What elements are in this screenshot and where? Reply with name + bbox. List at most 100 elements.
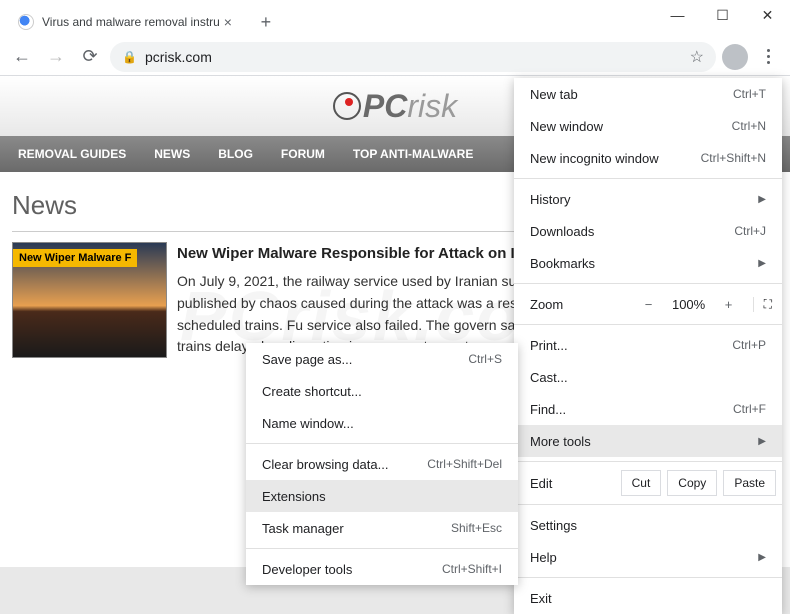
menu-shortcut: Ctrl+T: [733, 87, 766, 101]
menu-item-label: Cast...: [530, 370, 568, 385]
menu-item-label: Bookmarks: [530, 256, 595, 271]
menu-item-label: Task manager: [262, 521, 344, 536]
chrome-menu-button[interactable]: [754, 43, 782, 71]
profile-avatar-icon[interactable]: [722, 44, 748, 70]
menu-item-more-tools[interactable]: More tools ▶: [514, 425, 782, 457]
submenu-item-developer-tools[interactable]: Developer tools Ctrl+Shift+I: [246, 553, 518, 585]
menu-item-exit[interactable]: Exit: [514, 582, 782, 614]
menu-item-label: Developer tools: [262, 562, 352, 577]
zoom-in-button[interactable]: +: [717, 297, 741, 312]
reload-button[interactable]: ⟳: [76, 43, 104, 71]
menu-separator: [514, 178, 782, 179]
submenu-item-extensions[interactable]: Extensions: [246, 480, 518, 512]
bookmark-star-icon[interactable]: ☆: [690, 47, 704, 67]
menu-item-cast-[interactable]: Cast...: [514, 361, 782, 393]
menu-separator: [514, 324, 782, 325]
menu-item-label: New tab: [530, 87, 578, 102]
chevron-right-icon: ▶: [758, 436, 766, 447]
menu-item-downloads[interactable]: DownloadsCtrl+J: [514, 215, 782, 247]
close-tab-icon[interactable]: ×: [220, 14, 236, 30]
zoom-out-button[interactable]: −: [637, 297, 661, 312]
article-thumbnail[interactable]: New Wiper Malware F: [12, 242, 167, 358]
logo-text-2: risk: [407, 88, 457, 124]
menu-item-find-[interactable]: Find... Ctrl+F: [514, 393, 782, 425]
nav-blog[interactable]: BLOG: [218, 147, 253, 161]
menu-separator: [246, 443, 518, 444]
favicon-icon: [18, 14, 34, 30]
nav-news[interactable]: NEWS: [154, 147, 190, 161]
menu-item-settings[interactable]: Settings: [514, 509, 782, 541]
menu-edit-row: EditCutCopyPaste: [514, 466, 782, 500]
menu-item-label: History: [530, 192, 570, 207]
paste-button[interactable]: Paste: [723, 470, 776, 496]
menu-item-label: Save page as...: [262, 352, 352, 367]
menu-shortcut: Ctrl+Shift+N: [701, 151, 766, 165]
menu-shortcut: Shift+Esc: [451, 521, 502, 535]
menu-item-label: Extensions: [262, 489, 326, 504]
zoom-label: Zoom: [530, 297, 629, 312]
menu-shortcut: Ctrl+P: [732, 338, 766, 352]
site-logo[interactable]: PCrisk: [333, 88, 457, 125]
submenu-item-create-shortcut-[interactable]: Create shortcut...: [246, 375, 518, 407]
new-tab-button[interactable]: +: [252, 8, 280, 36]
cut-button[interactable]: Cut: [621, 470, 662, 496]
menu-item-label: Help: [530, 550, 557, 565]
menu-item-label: Clear browsing data...: [262, 457, 388, 472]
nav-removal-guides[interactable]: REMOVAL GUIDES: [18, 147, 126, 161]
menu-item-label: Exit: [530, 591, 552, 606]
menu-item-bookmarks[interactable]: Bookmarks ▶: [514, 247, 782, 279]
maximize-button[interactable]: ☐: [700, 0, 745, 30]
menu-item-label: Settings: [530, 518, 577, 533]
chevron-right-icon: ▶: [758, 194, 766, 205]
menu-shortcut: Ctrl+Shift+I: [442, 562, 502, 576]
menu-separator: [514, 577, 782, 578]
menu-item-label: Find...: [530, 402, 566, 417]
nav-top-anti-malware[interactable]: TOP ANTI-MALWARE: [353, 147, 473, 161]
menu-shortcut: Ctrl+F: [733, 402, 766, 416]
chrome-main-menu: New tab Ctrl+T New window Ctrl+N New incogni…: [514, 78, 782, 614]
url-text: pcrisk.com: [145, 49, 682, 65]
tab-title: Virus and malware removal instru: [42, 15, 220, 29]
titlebar: Virus and malware removal instru × + — ☐…: [0, 0, 790, 38]
menu-item-new-incognito-window[interactable]: New incognito window Ctrl+Shift+N: [514, 142, 782, 174]
close-window-button[interactable]: ✕: [745, 0, 790, 30]
menu-item-label: More tools: [530, 434, 591, 449]
submenu-item-task-manager[interactable]: Task manager Shift+Esc: [246, 512, 518, 544]
menu-item-print-[interactable]: Print... Ctrl+P: [514, 329, 782, 361]
menu-item-new-window[interactable]: New window Ctrl+N: [514, 110, 782, 142]
menu-separator: [514, 504, 782, 505]
zoom-value: 100%: [669, 297, 709, 312]
window-controls: — ☐ ✕: [655, 0, 790, 30]
logo-text-1: PC: [363, 88, 407, 124]
menu-item-label: Name window...: [262, 416, 354, 431]
menu-shortcut: Ctrl+N: [732, 119, 766, 133]
menu-item-label: Print...: [530, 338, 568, 353]
forward-button[interactable]: →: [42, 43, 70, 71]
more-tools-submenu: Save page as...Ctrl+SCreate shortcut... N…: [246, 343, 518, 585]
minimize-button[interactable]: —: [655, 0, 700, 30]
browser-tab[interactable]: Virus and malware removal instru ×: [8, 6, 246, 38]
chevron-right-icon: ▶: [758, 258, 766, 269]
menu-zoom-row: Zoom−100% + ⛶: [514, 288, 782, 320]
menu-item-label: New incognito window: [530, 151, 659, 166]
menu-item-label: New window: [530, 119, 603, 134]
thumb-label: New Wiper Malware F: [13, 249, 137, 267]
menu-shortcut: Ctrl+Shift+Del: [427, 457, 502, 471]
menu-item-new-tab[interactable]: New tab Ctrl+T: [514, 78, 782, 110]
menu-item-help[interactable]: Help▶: [514, 541, 782, 573]
menu-item-label: Downloads: [530, 224, 594, 239]
address-bar[interactable]: 🔒 pcrisk.com ☆: [110, 42, 716, 72]
browser-window: Virus and malware removal instru × + — ☐…: [0, 0, 790, 567]
menu-separator: [246, 548, 518, 549]
fullscreen-button[interactable]: ⛶: [753, 297, 772, 312]
submenu-item-clear-browsing-data-[interactable]: Clear browsing data... Ctrl+Shift+Del: [246, 448, 518, 480]
menu-separator: [514, 283, 782, 284]
back-button[interactable]: ←: [8, 43, 36, 71]
menu-item-history[interactable]: History ▶: [514, 183, 782, 215]
tab-strip: Virus and malware removal instru × +: [0, 0, 655, 38]
copy-button[interactable]: Copy: [667, 470, 717, 496]
submenu-item-name-window-[interactable]: Name window...: [246, 407, 518, 439]
nav-forum[interactable]: FORUM: [281, 147, 325, 161]
submenu-item-save-page-as-[interactable]: Save page as...Ctrl+S: [246, 343, 518, 375]
logo-icon: [333, 92, 361, 120]
